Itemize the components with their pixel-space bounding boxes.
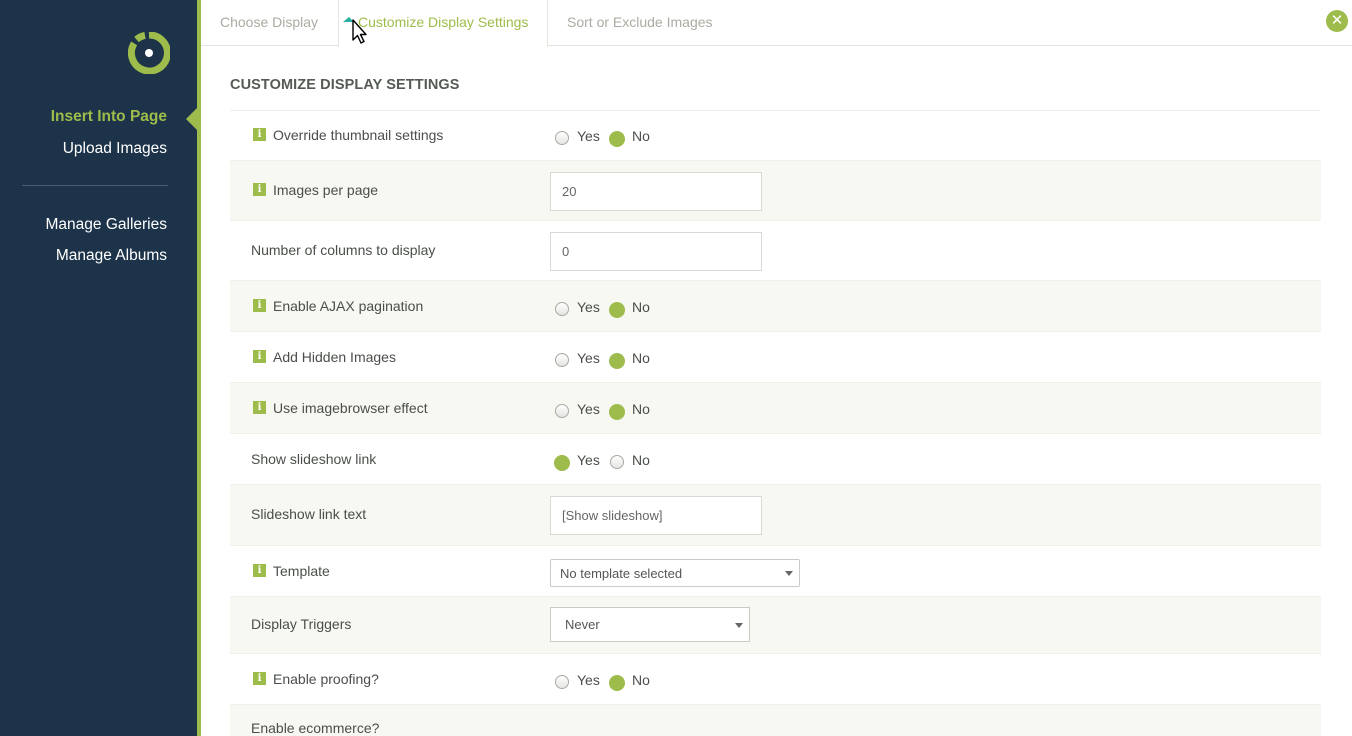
radio-no-label: No	[632, 299, 650, 315]
setting-label: Images per page	[273, 182, 379, 198]
radio-no[interactable]	[609, 353, 625, 369]
radio-no[interactable]	[609, 302, 625, 318]
radio-yes[interactable]	[555, 404, 569, 418]
radio-no[interactable]	[610, 455, 624, 469]
sidebar-item-insert-into-page[interactable]: Insert Into Page	[51, 108, 167, 126]
setting-label: Number of columns to display	[251, 242, 436, 258]
setting-row-add-hidden-images: i Add Hidden Images Yes No	[230, 331, 1321, 382]
radio-yes-label: Yes	[577, 401, 600, 417]
number-of-columns-input[interactable]	[550, 232, 762, 271]
radio-no-label: No	[632, 452, 650, 468]
template-select-value: No template selected	[560, 566, 683, 581]
setting-label: Enable AJAX pagination	[273, 298, 424, 314]
setting-row-number-of-columns: Number of columns to display	[230, 220, 1321, 280]
radio-no[interactable]	[609, 131, 625, 147]
tab-choose-display[interactable]: Choose Display	[220, 0, 318, 46]
radio-no-label: No	[632, 128, 650, 144]
radio-yes-label: Yes	[577, 452, 600, 468]
sidebar: Insert Into Page Upload Images Manage Ga…	[0, 0, 197, 736]
display-triggers-select-value: Never	[565, 617, 600, 632]
setting-label: Add Hidden Images	[273, 349, 396, 365]
tab-bar: Choose Display Customize Display Setting…	[201, 0, 1352, 47]
radio-yes-label: Yes	[577, 128, 600, 144]
radio-yes[interactable]	[555, 675, 569, 689]
setting-row-display-triggers: Display Triggers Never	[230, 596, 1321, 653]
info-icon[interactable]: i	[253, 128, 266, 141]
display-triggers-select[interactable]: Never	[550, 607, 750, 642]
setting-row-override-thumbnail: i Override thumbnail settings Yes No	[230, 110, 1321, 160]
setting-row-slideshow-link-text: Slideshow link text	[230, 484, 1321, 545]
page-title: CUSTOMIZE DISPLAY SETTINGS	[230, 77, 460, 93]
radio-no-label: No	[632, 350, 650, 366]
sidebar-item-manage-albums[interactable]: Manage Albums	[56, 247, 167, 265]
radio-yes[interactable]	[555, 302, 569, 316]
info-icon[interactable]: i	[253, 299, 266, 312]
sidebar-item-manage-galleries[interactable]: Manage Galleries	[46, 216, 167, 234]
radio-yes-label: Yes	[577, 672, 600, 688]
radio-yes-label: Yes	[577, 350, 600, 366]
setting-label: Slideshow link text	[251, 506, 367, 522]
chevron-down-icon	[735, 622, 743, 628]
radio-no[interactable]	[609, 675, 625, 691]
radio-no-label: No	[632, 672, 650, 688]
info-icon[interactable]: i	[253, 564, 266, 577]
sidebar-divider	[22, 185, 168, 186]
sidebar-accent-bar	[197, 0, 201, 736]
logo-icon	[128, 32, 170, 74]
info-icon[interactable]: i	[253, 350, 266, 363]
images-per-page-input[interactable]	[550, 172, 762, 211]
setting-row-enable-ecommerce: Enable ecommerce?	[230, 704, 1321, 736]
setting-row-images-per-page: i Images per page	[230, 160, 1321, 220]
radio-no[interactable]	[609, 404, 625, 420]
close-icon[interactable]: ✕	[1326, 10, 1348, 32]
info-icon[interactable]: i	[253, 401, 266, 414]
radio-no-label: No	[632, 401, 650, 417]
slideshow-link-text-input[interactable]	[550, 496, 762, 535]
setting-row-imagebrowser-effect: i Use imagebrowser effect Yes No	[230, 382, 1321, 433]
setting-label: Display Triggers	[251, 616, 352, 632]
setting-row-template: i Template No template selected	[230, 545, 1321, 596]
active-item-arrow	[186, 108, 197, 130]
tab-customize-display-settings[interactable]: Customize Display Settings	[338, 0, 549, 47]
chevron-down-icon	[785, 571, 793, 576]
setting-row-show-slideshow-link: Show slideshow link Yes No	[230, 433, 1321, 484]
setting-row-enable-proofing: i Enable proofing? Yes No	[230, 653, 1321, 704]
settings-form: i Override thumbnail settings Yes No i I…	[230, 110, 1321, 736]
setting-label: Show slideshow link	[251, 451, 377, 467]
setting-label: Template	[273, 563, 330, 579]
setting-label: Enable proofing?	[273, 671, 379, 687]
info-icon[interactable]: i	[253, 672, 266, 685]
template-select[interactable]: No template selected	[550, 559, 800, 587]
setting-label: Enable ecommerce?	[251, 720, 380, 736]
sidebar-item-upload-images[interactable]: Upload Images	[63, 140, 167, 158]
radio-yes[interactable]	[554, 455, 570, 471]
radio-yes-label: Yes	[577, 299, 600, 315]
radio-yes[interactable]	[555, 353, 569, 367]
info-icon[interactable]: i	[253, 183, 266, 196]
setting-label: Use imagebrowser effect	[273, 400, 428, 416]
setting-row-ajax-pagination: i Enable AJAX pagination Yes No	[230, 280, 1321, 331]
setting-label: Override thumbnail settings	[273, 127, 444, 143]
tab-sort-or-exclude-images[interactable]: Sort or Exclude Images	[567, 0, 713, 46]
radio-yes[interactable]	[555, 131, 569, 145]
